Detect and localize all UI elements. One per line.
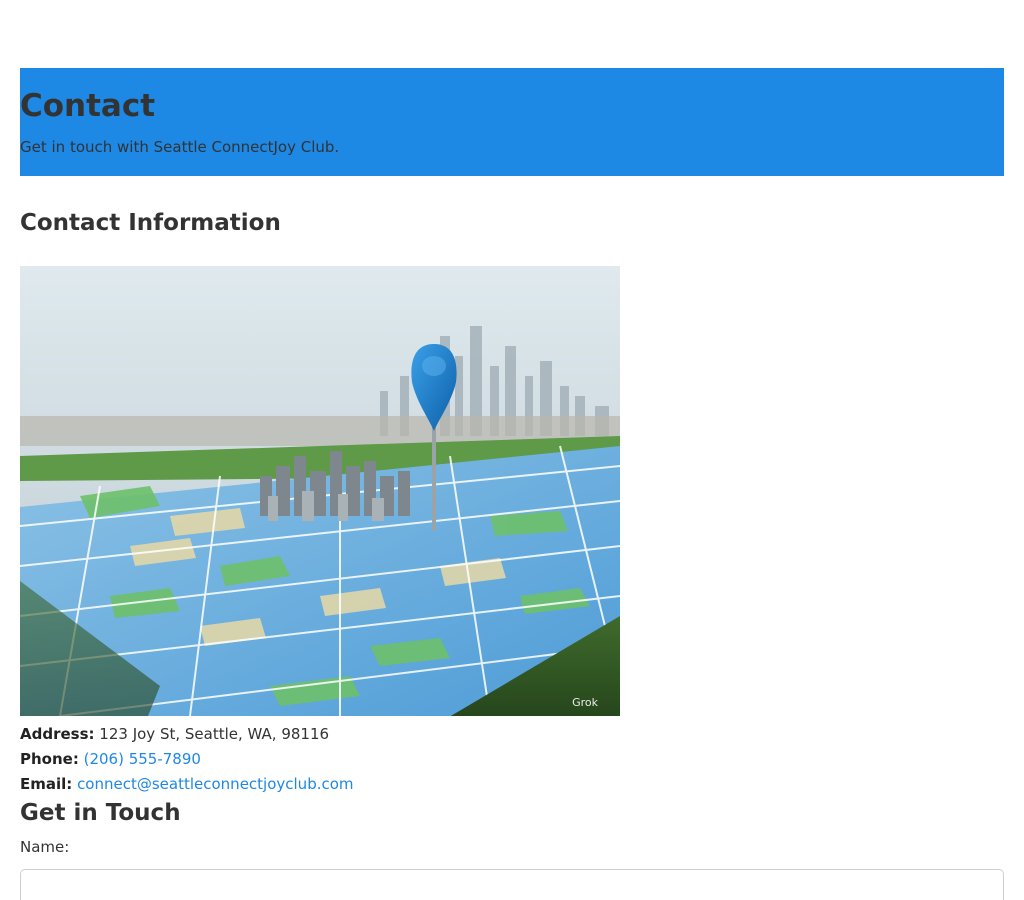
page: Contact Get in touch with Seattle Connec… xyxy=(0,0,1024,900)
phone-label: Phone: xyxy=(20,750,79,768)
name-input[interactable] xyxy=(20,869,1004,900)
get-in-touch-heading: Get in Touch xyxy=(20,800,181,826)
address-label: Address: xyxy=(20,725,95,743)
grok-watermark: Grok xyxy=(572,696,599,709)
email-label: Email: xyxy=(20,775,73,793)
page-subtitle: Get in touch with Seattle ConnectJoy Clu… xyxy=(20,138,340,156)
name-label: Name: xyxy=(20,838,70,856)
email-link[interactable]: connect@seattleconnectjoyclub.com xyxy=(77,775,353,793)
hero-banner: Contact Get in touch with Seattle Connec… xyxy=(20,68,1004,176)
email-line: Email: connect@seattleconnectjoyclub.com xyxy=(20,775,354,793)
page-title: Contact xyxy=(20,88,156,124)
phone-line: Phone: (206) 555-7890 xyxy=(20,750,201,768)
map-pin-city-image: Grok xyxy=(20,266,620,716)
contact-information-heading: Contact Information xyxy=(20,210,281,236)
phone-link[interactable]: (206) 555-7890 xyxy=(84,750,201,768)
address-value: 123 Joy St, Seattle, WA, 98116 xyxy=(99,725,330,743)
address-line: Address: 123 Joy St, Seattle, WA, 98116 xyxy=(20,725,329,743)
